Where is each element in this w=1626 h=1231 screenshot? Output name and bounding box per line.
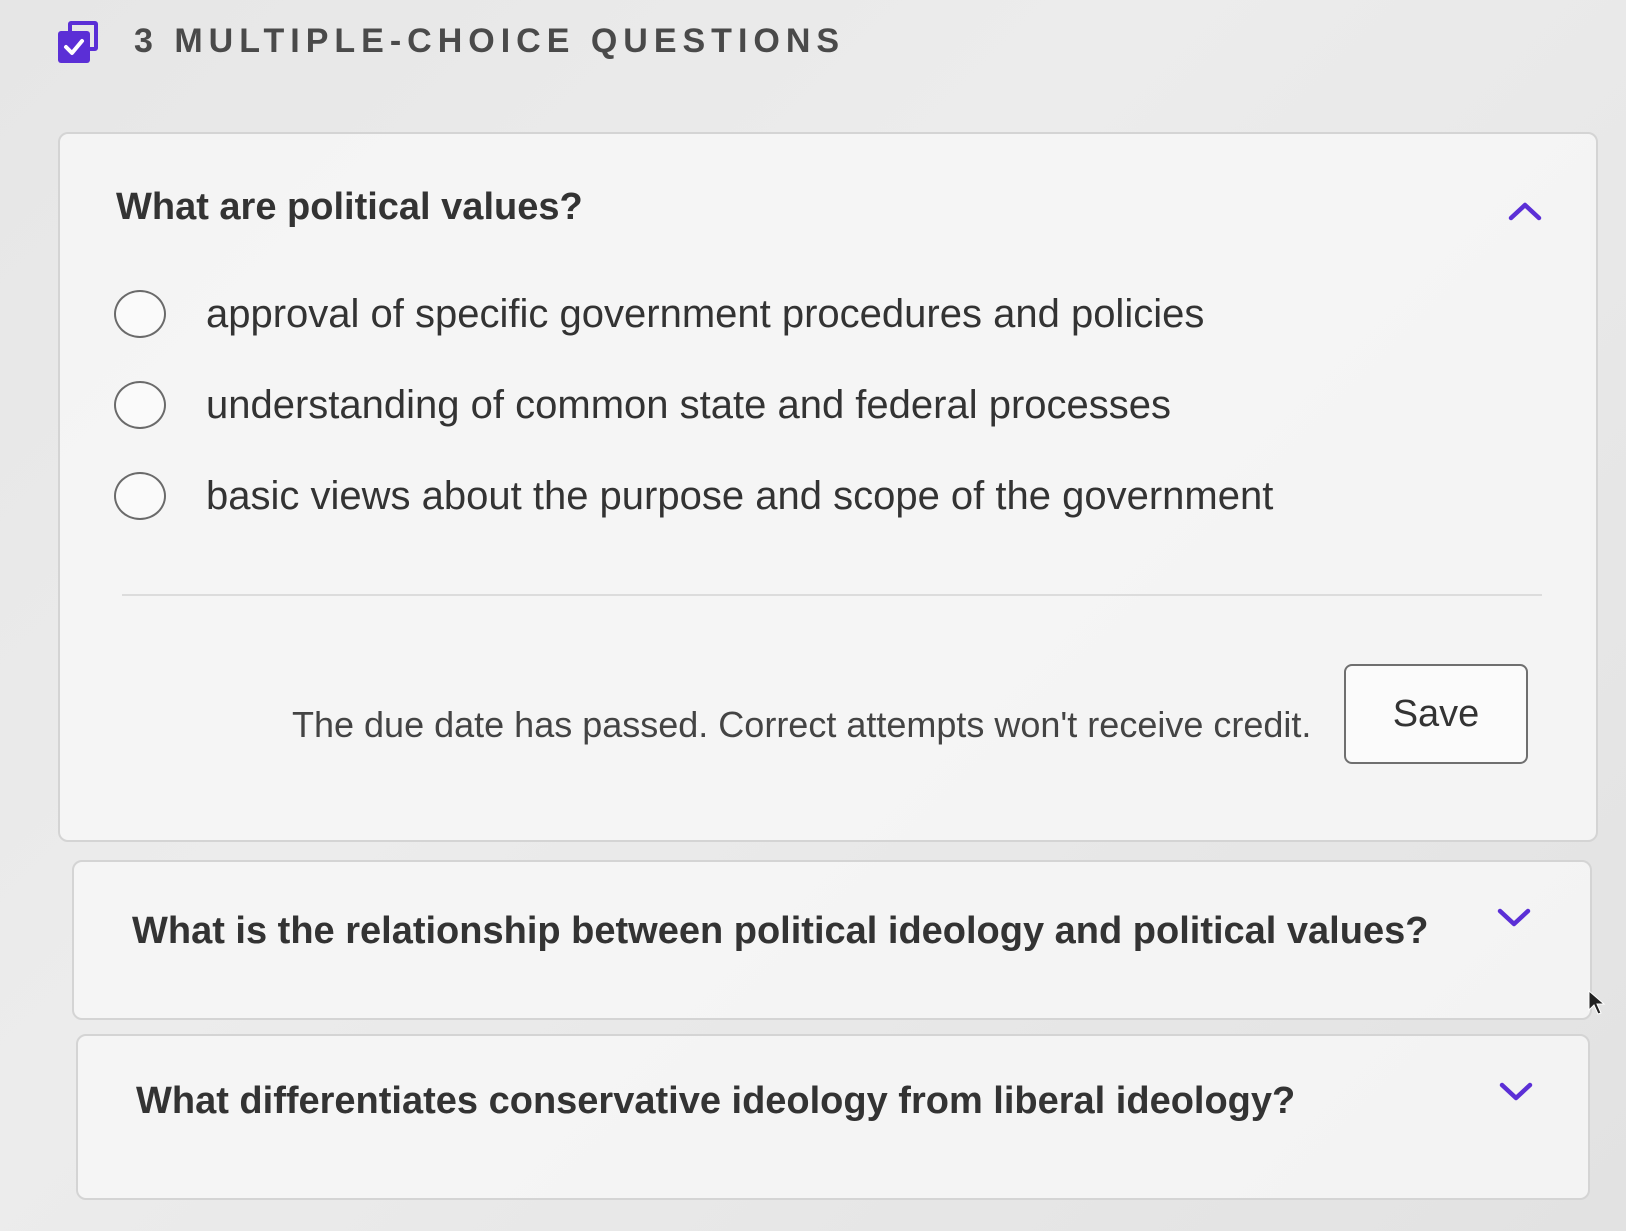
answer-option[interactable]: basic views about the purpose and scope … [114, 468, 1273, 524]
divider [122, 594, 1542, 596]
question-card-1: What are political values? approval of s… [58, 132, 1598, 842]
option-label[interactable]: basic views about the purpose and scope … [206, 474, 1273, 519]
chevron-down-icon[interactable] [1494, 902, 1534, 932]
checklist-icon [58, 19, 102, 63]
question-card-3[interactable]: What differentiates conservative ideolog… [76, 1034, 1590, 1200]
answer-options: approval of specific government procedur… [114, 286, 1273, 559]
radio-button[interactable] [114, 472, 166, 520]
answer-option[interactable]: approval of specific government procedur… [114, 286, 1273, 342]
mouse-cursor-icon [1588, 989, 1606, 1016]
answer-option[interactable]: understanding of common state and federa… [114, 377, 1273, 433]
option-label[interactable]: understanding of common state and federa… [206, 383, 1171, 428]
save-button[interactable]: Save [1344, 664, 1528, 764]
radio-button[interactable] [114, 381, 166, 429]
radio-button[interactable] [114, 290, 166, 338]
question-title[interactable]: What is the relationship between politic… [132, 910, 1428, 953]
chevron-down-icon[interactable] [1496, 1076, 1536, 1106]
section-title: 3 MULTIPLE-CHOICE QUESTIONS [134, 21, 846, 60]
question-card-2[interactable]: What is the relationship between politic… [72, 860, 1592, 1020]
option-label[interactable]: approval of specific government procedur… [206, 292, 1204, 337]
chevron-up-icon[interactable] [1505, 196, 1545, 226]
due-date-message: The due date has passed. Correct attempt… [292, 704, 1312, 745]
question-title[interactable]: What differentiates conservative ideolog… [136, 1080, 1295, 1123]
section-header: 3 MULTIPLE-CHOICE QUESTIONS [58, 18, 845, 64]
question-title[interactable]: What are political values? [116, 186, 583, 229]
